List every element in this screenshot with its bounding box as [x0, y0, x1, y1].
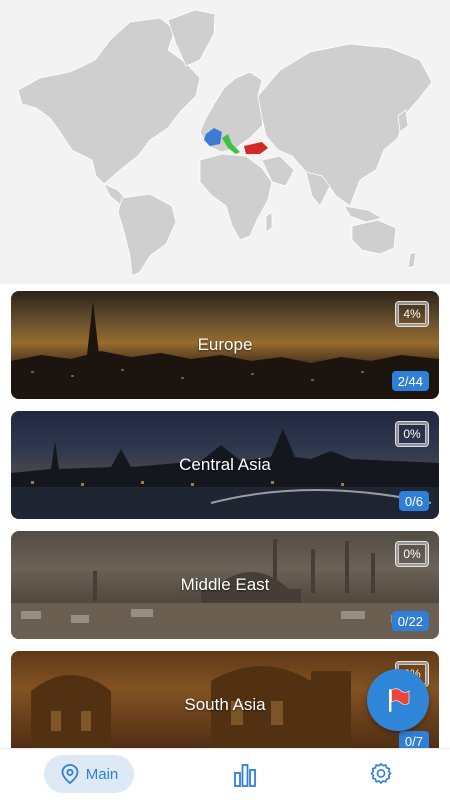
- bar-chart-icon: [234, 764, 256, 787]
- region-card-europe[interactable]: Europe 4% 2/44: [11, 291, 439, 399]
- region-percent-badge: 4%: [395, 301, 429, 327]
- region-card-central-asia[interactable]: Central Asia 0% 0/6: [11, 411, 439, 519]
- north-america-shape: [17, 17, 201, 185]
- africa-shape: [199, 153, 273, 241]
- region-percent-badge: 0%: [395, 541, 429, 567]
- world-map[interactable]: [0, 0, 450, 284]
- nav-settings-button[interactable]: [369, 762, 393, 786]
- nav-main-button[interactable]: Main: [44, 755, 134, 793]
- nav-main-label: Main: [85, 765, 119, 783]
- madagascar-shape: [265, 211, 273, 233]
- south-america-shape: [117, 193, 177, 277]
- region-card-middle-east[interactable]: Middle East 0% 0/22: [11, 531, 439, 639]
- flag-fab-button[interactable]: [367, 669, 429, 731]
- region-name: Europe: [197, 335, 253, 354]
- region-progress-badge: 0/7: [398, 731, 429, 748]
- region-progress-badge: 0/22: [391, 611, 429, 631]
- new-zealand-shape: [407, 251, 417, 269]
- map-pin-icon: [61, 764, 79, 785]
- southeast-asia-shape: [343, 205, 384, 223]
- gear-icon: [370, 763, 392, 784]
- australia-shape: [351, 219, 397, 255]
- region-percent-badge: 0%: [395, 421, 429, 447]
- world-map-svg: [17, 9, 433, 277]
- flag-icon: [389, 688, 410, 712]
- region-progress-badge: 0/6: [398, 491, 429, 511]
- region-name: Middle East: [180, 575, 270, 594]
- region-name: Central Asia: [179, 455, 271, 474]
- region-progress-badge: 2/44: [391, 371, 429, 391]
- turkey-highlight: [244, 142, 268, 154]
- nav-stats-button[interactable]: [232, 762, 258, 788]
- bottom-navigation: Main: [0, 748, 450, 800]
